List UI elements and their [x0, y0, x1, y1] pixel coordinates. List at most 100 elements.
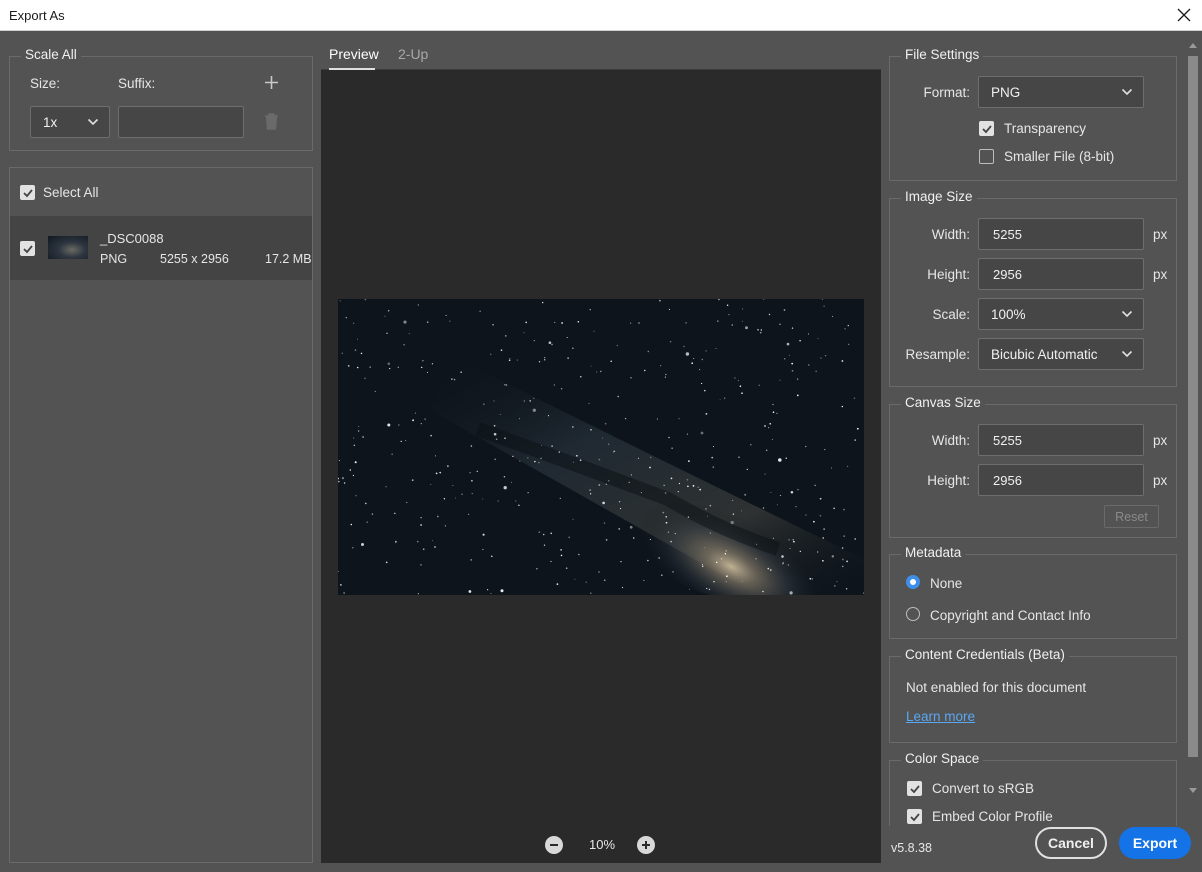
file-settings-title: File Settings [901, 47, 984, 62]
metadata-title: Metadata [901, 545, 966, 560]
star [544, 357, 546, 359]
star [385, 486, 387, 488]
star [716, 320, 719, 322]
star [799, 339, 801, 342]
star [523, 332, 525, 334]
star [732, 513, 735, 515]
star [534, 460, 536, 463]
star [341, 476, 345, 480]
star [417, 304, 419, 306]
metadata-none-radio[interactable] [906, 575, 920, 589]
star [701, 358, 704, 361]
star [400, 440, 402, 443]
transparency-checkbox[interactable] [979, 121, 994, 136]
star [550, 532, 552, 535]
canvas-height-label: Height: [927, 473, 970, 488]
star [358, 425, 360, 427]
metadata-copyright-radio[interactable] [906, 607, 920, 621]
star [559, 497, 561, 500]
star [540, 444, 543, 446]
canvas-width-label: Width: [931, 433, 970, 448]
embed-profile-checkbox[interactable] [907, 809, 922, 824]
asset-list: Select All _DSC0088 PNG 5255 x 2956 17.2… [9, 167, 313, 863]
star [705, 413, 708, 415]
image-height-input[interactable]: 2956 [978, 258, 1144, 290]
star [490, 353, 492, 355]
star [598, 571, 600, 573]
close-button[interactable] [1172, 3, 1196, 27]
star [757, 328, 759, 331]
zoom-in-button[interactable] [637, 836, 655, 854]
star [577, 321, 580, 323]
delete-scale-button[interactable] [263, 112, 280, 131]
star [783, 358, 786, 360]
star [844, 328, 846, 330]
star [491, 555, 493, 558]
star [487, 589, 489, 591]
asset-checkbox[interactable] [20, 241, 35, 256]
checkmark-icon [23, 245, 33, 254]
star [847, 324, 849, 327]
star [511, 481, 513, 483]
zoom-out-button[interactable] [545, 836, 563, 854]
star [343, 482, 346, 484]
select-all-checkbox[interactable] [20, 185, 35, 200]
star [853, 397, 856, 399]
star [369, 366, 372, 368]
size-dropdown[interactable]: 1x [30, 106, 110, 138]
star [493, 424, 496, 427]
tab-2-up[interactable]: 2-Up [398, 46, 428, 62]
export-button[interactable]: Export [1119, 827, 1191, 859]
learn-more-link[interactable]: Learn more [906, 709, 975, 724]
star [460, 371, 462, 373]
star [589, 309, 591, 311]
star [573, 461, 575, 463]
scale-dropdown[interactable]: 100% [978, 298, 1144, 330]
star [686, 433, 689, 435]
star [724, 553, 727, 555]
star [705, 508, 707, 510]
star [550, 560, 552, 563]
star [846, 465, 849, 467]
star [741, 392, 743, 395]
star [361, 543, 364, 546]
image-size-title: Image Size [901, 189, 977, 204]
star [495, 438, 498, 441]
image-height-unit: px [1153, 267, 1168, 282]
suffix-input[interactable] [118, 106, 244, 138]
image-width-input[interactable]: 5255 [978, 218, 1144, 250]
star [352, 547, 354, 549]
cancel-button[interactable]: Cancel [1035, 827, 1107, 859]
smaller-file-checkbox[interactable] [979, 149, 994, 164]
reset-button[interactable]: Reset [1104, 505, 1159, 528]
tab-preview[interactable]: Preview [329, 46, 379, 62]
convert-srgb-checkbox[interactable] [907, 781, 922, 796]
star [580, 376, 582, 378]
scrollbar-thumb[interactable] [1188, 56, 1198, 757]
preview-canvas[interactable]: 10% [321, 70, 881, 863]
canvas-height-input[interactable]: 2956 [978, 464, 1144, 496]
star [602, 501, 605, 505]
star [416, 540, 419, 543]
star [731, 324, 733, 326]
star [700, 382, 703, 385]
format-dropdown[interactable]: PNG [978, 76, 1144, 108]
star [686, 478, 689, 481]
embed-profile-label: Embed Color Profile [932, 809, 1053, 824]
canvas-width-input[interactable]: 5255 [978, 424, 1144, 456]
star [542, 533, 545, 536]
star [467, 513, 470, 516]
star [403, 344, 405, 346]
star [408, 333, 410, 335]
star [353, 437, 355, 439]
star [338, 460, 340, 462]
checkmark-icon [910, 813, 920, 822]
star [605, 483, 607, 485]
resample-dropdown[interactable]: Bicubic Automatic [978, 338, 1144, 370]
asset-row[interactable]: _DSC0088 PNG 5255 x 2956 17.2 MB [10, 216, 312, 280]
convert-srgb-label: Convert to sRGB [932, 781, 1035, 796]
star [621, 586, 624, 589]
star [589, 493, 592, 495]
add-scale-button[interactable] [263, 74, 280, 91]
star [629, 525, 633, 529]
